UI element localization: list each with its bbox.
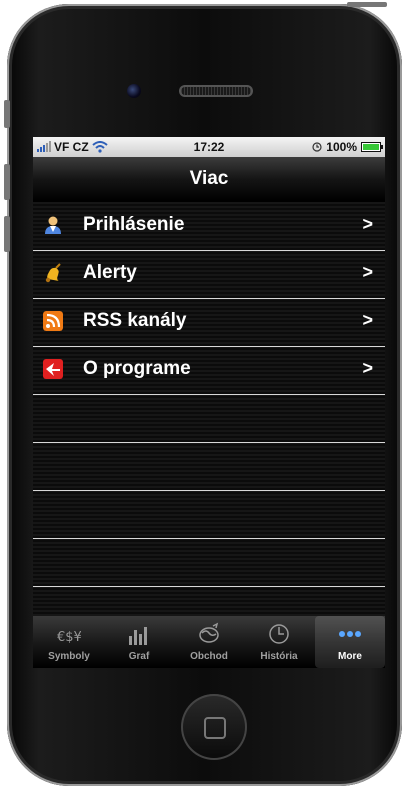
chevron-right-icon: > [362,310,373,330]
chevron-right-icon: > [362,214,373,234]
menu-item-label: RSS kanály [83,310,187,331]
app-logo-icon [43,359,63,379]
menu-item-o-programe[interactable]: O programe > [33,346,385,395]
page-title: Viac [189,168,229,189]
status-bar: VF CZ 17:22 100% [33,137,385,157]
tab-historia[interactable]: História [244,616,314,668]
user-icon [45,216,61,234]
clock-icon [312,142,322,152]
tab-label: História [260,651,298,662]
menu-item-alerty[interactable]: Alerty > [33,250,385,299]
volume-down-button[interactable] [4,216,10,252]
globe-icon [199,622,219,643]
bar-chart-icon [129,627,147,645]
navigation-bar: Viac [33,157,385,202]
earpiece-speaker [179,85,253,97]
more-dots-icon [339,631,361,637]
tab-more[interactable]: More [315,616,385,668]
power-button[interactable] [347,2,387,7]
empty-row [33,394,385,443]
chevron-right-icon: > [362,358,373,378]
menu-item-label: Alerty [83,262,137,283]
tab-bar: €$¥ Symboly Graf Obchod História More [33,616,385,668]
volume-up-button[interactable] [4,164,10,200]
empty-row [33,538,385,587]
screen: VF CZ 17:22 100% Viac Prihlásenie > Aler… [33,137,385,668]
svg-text:€$¥: €$¥ [57,630,81,645]
home-square-icon [204,717,226,739]
clock-icon [269,624,289,644]
menu-item-label: Prihlásenie [83,214,185,235]
bell-icon [45,263,61,283]
menu-item-label: O programe [83,358,191,379]
tab-label: Obchod [190,651,228,662]
home-button[interactable] [181,694,247,760]
menu-item-rss-kanaly[interactable]: RSS kanály > [33,298,385,347]
empty-row [33,490,385,539]
chevron-right-icon: > [362,262,373,282]
currency-symbols-icon: €$¥ [57,630,81,645]
menu-item-prihlasenie[interactable]: Prihlásenie > [33,202,385,251]
front-camera [127,84,141,98]
tab-label: Graf [128,651,150,662]
tab-symboly[interactable]: €$¥ Symboly [34,616,104,668]
battery-icon [361,142,383,152]
rss-icon [43,311,63,331]
tab-label: Symboly [48,651,90,662]
more-menu-list: Prihlásenie > Alerty > RSS kanály > O pr… [33,202,385,622]
battery-percent: 100% [326,140,357,154]
mute-switch[interactable] [4,100,10,128]
tab-obchod[interactable]: Obchod [174,616,244,668]
tab-label: More [338,651,362,662]
tab-graf[interactable]: Graf [104,616,174,668]
empty-row [33,442,385,491]
